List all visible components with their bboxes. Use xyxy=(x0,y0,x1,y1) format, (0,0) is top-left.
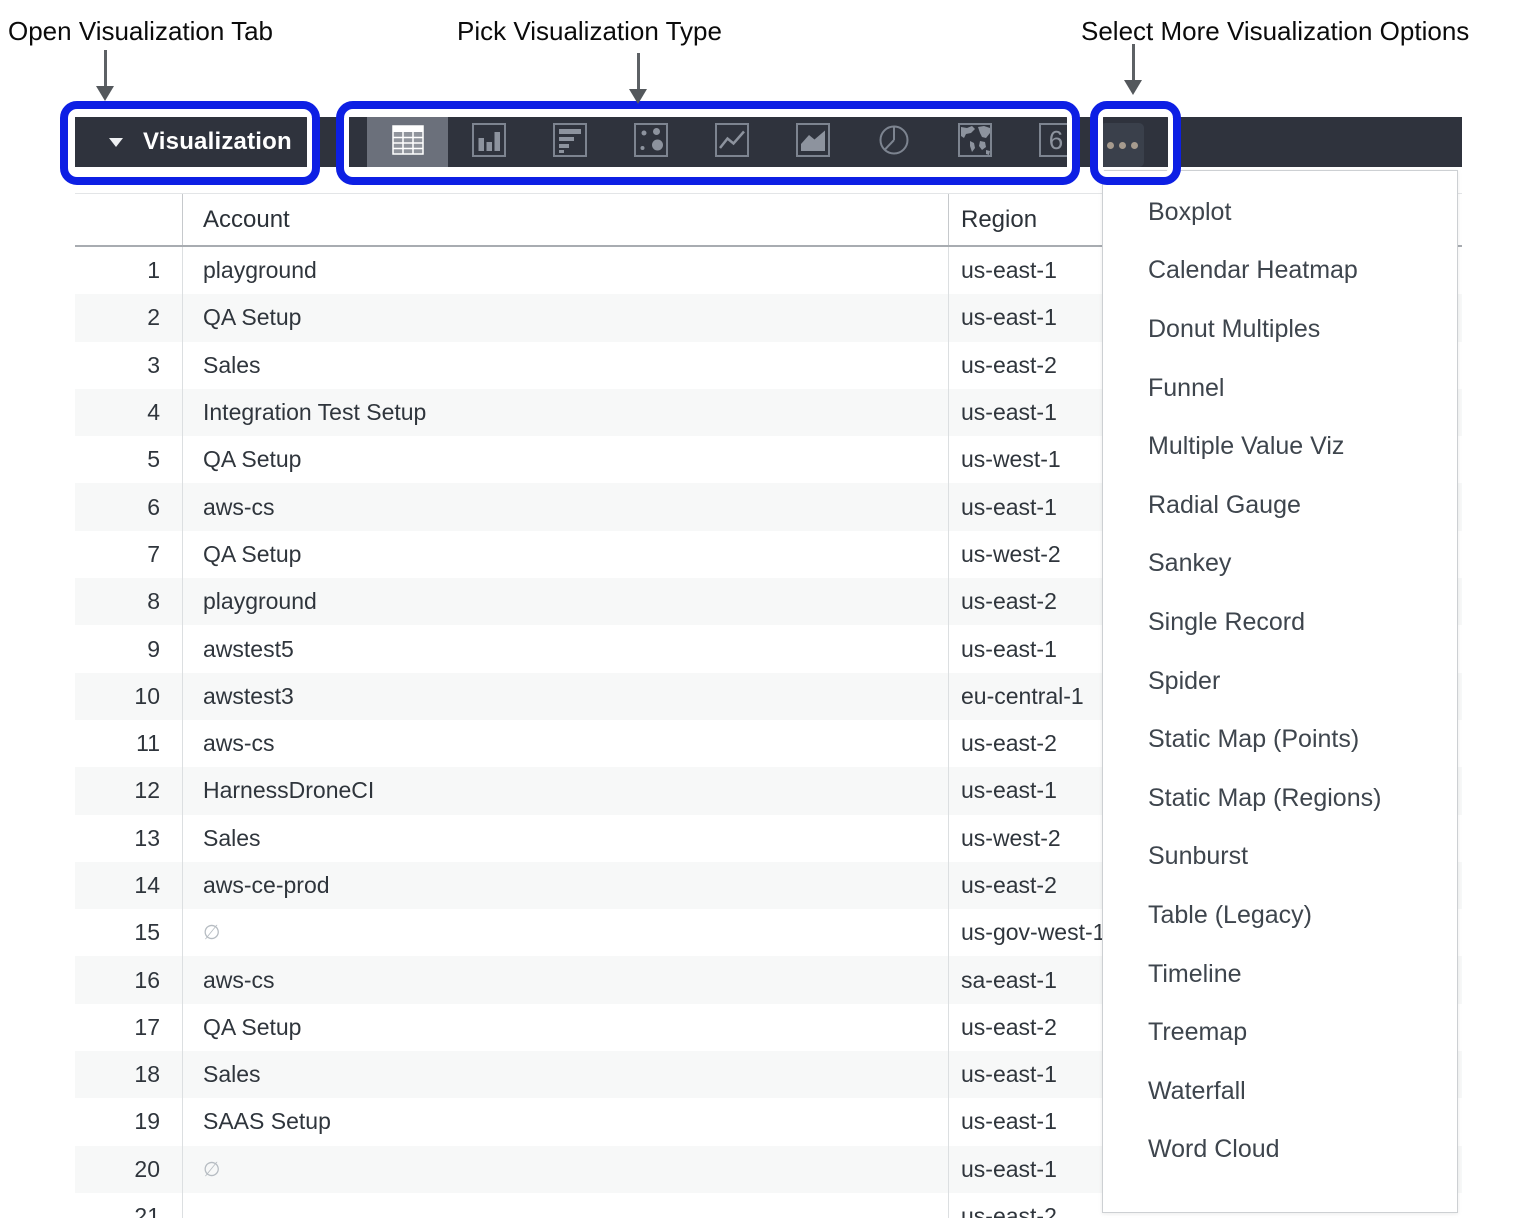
menu-item-funnel[interactable]: Funnel xyxy=(1103,359,1457,418)
viz-type-pie-chart-button[interactable] xyxy=(853,117,934,167)
account-cell: QA Setup xyxy=(182,436,948,483)
account-cell: SAAS Setup xyxy=(182,1098,948,1145)
table-icon xyxy=(389,121,427,164)
account-cell: aws-cs xyxy=(182,483,948,530)
visualization-screen: Open Visualization Tab Pick Visualizatio… xyxy=(0,0,1528,1232)
menu-item-boxplot[interactable]: Boxplot xyxy=(1103,183,1457,242)
row-number-cell: 8 xyxy=(75,578,182,625)
horizontal-bar-chart-icon xyxy=(551,121,589,164)
down-arrow-icon xyxy=(629,53,647,104)
annotation-pick-visualization-type: Pick Visualization Type xyxy=(457,16,722,47)
menu-item-sunburst[interactable]: Sunburst xyxy=(1103,828,1457,887)
world-map-icon xyxy=(956,121,994,164)
menu-item-donut-multiples[interactable]: Donut Multiples xyxy=(1103,300,1457,359)
viz-type-big-number-button[interactable]: 6 xyxy=(1015,117,1096,167)
menu-item-table-legacy[interactable]: Table (Legacy) xyxy=(1103,886,1457,945)
svg-text:6: 6 xyxy=(1048,125,1062,155)
menu-item-multiple-value-viz[interactable]: Multiple Value Viz xyxy=(1103,417,1457,476)
row-number-cell: 17 xyxy=(75,1004,182,1051)
row-number-cell: 12 xyxy=(75,767,182,814)
menu-item-static-map-regions[interactable]: Static Map (Regions) xyxy=(1103,769,1457,828)
account-cell: aws-ce-prod xyxy=(182,862,948,909)
row-number-cell: 2 xyxy=(75,294,182,341)
row-number-cell: 13 xyxy=(75,815,182,862)
area-chart-icon xyxy=(794,121,832,164)
account-cell: Integration Test Setup xyxy=(182,389,948,436)
row-number-cell: 3 xyxy=(75,342,182,389)
account-cell: QA Setup xyxy=(182,1004,948,1051)
account-cell xyxy=(182,1193,948,1218)
row-number-cell: 11 xyxy=(75,720,182,767)
account-cell: awstest5 xyxy=(182,625,948,672)
account-cell: awstest3 xyxy=(182,673,948,720)
null-value: ∅ xyxy=(203,920,220,945)
row-number-cell: 19 xyxy=(75,1098,182,1145)
more-visualization-options-button[interactable] xyxy=(1100,123,1144,167)
row-number-cell: 9 xyxy=(75,625,182,672)
viz-type-area-chart-button[interactable] xyxy=(772,117,853,167)
viz-type-world-map-button[interactable] xyxy=(934,117,1015,167)
account-cell: playground xyxy=(182,247,948,294)
account-cell: aws-cs xyxy=(182,720,948,767)
account-cell: Sales xyxy=(182,342,948,389)
null-value: ∅ xyxy=(203,1157,220,1182)
viz-type-bar-chart-button[interactable] xyxy=(448,117,529,167)
row-number-header xyxy=(75,194,182,245)
row-number-cell: 18 xyxy=(75,1051,182,1098)
account-cell: QA Setup xyxy=(182,531,948,578)
menu-item-waterfall[interactable]: Waterfall xyxy=(1103,1062,1457,1121)
row-number-cell: 20 xyxy=(75,1146,182,1193)
menu-item-static-map-points[interactable]: Static Map (Points) xyxy=(1103,710,1457,769)
viz-type-table-button[interactable] xyxy=(367,117,448,167)
menu-item-single-record[interactable]: Single Record xyxy=(1103,593,1457,652)
ellipsis-icon xyxy=(1104,142,1140,149)
account-cell: Sales xyxy=(182,1051,948,1098)
row-number-cell: 1 xyxy=(75,247,182,294)
row-number-cell: 6 xyxy=(75,483,182,530)
row-number-cell: 21 xyxy=(75,1193,182,1218)
row-number-cell: 4 xyxy=(75,389,182,436)
more-visualizations-menu: BoxplotCalendar HeatmapDonut MultiplesFu… xyxy=(1102,170,1458,1213)
visualization-tab-label: Visualization xyxy=(143,128,292,156)
menu-item-calendar-heatmap[interactable]: Calendar Heatmap xyxy=(1103,242,1457,301)
annotation-open-visualization-tab: Open Visualization Tab xyxy=(8,16,273,47)
big-number-icon: 6 xyxy=(1037,121,1075,164)
row-number-cell: 14 xyxy=(75,862,182,909)
visualization-toolbar: Visualization xyxy=(75,117,1462,167)
menu-item-timeline[interactable]: Timeline xyxy=(1103,945,1457,1004)
row-number-cell: 7 xyxy=(75,531,182,578)
menu-item-word-cloud[interactable]: Word Cloud xyxy=(1103,1121,1457,1180)
visualization-tab[interactable]: Visualization xyxy=(75,117,305,167)
row-number-cell: 15 xyxy=(75,909,182,956)
caret-down-icon xyxy=(109,138,123,147)
column-header-account[interactable]: Account xyxy=(182,194,948,245)
down-arrow-icon xyxy=(96,50,114,101)
account-cell: ∅ xyxy=(182,1146,948,1193)
bar-chart-icon xyxy=(470,121,508,164)
viz-type-horizontal-bar-chart-button[interactable] xyxy=(529,117,610,167)
menu-item-treemap[interactable]: Treemap xyxy=(1103,1003,1457,1062)
line-chart-icon xyxy=(713,121,751,164)
menu-item-sankey[interactable]: Sankey xyxy=(1103,535,1457,594)
viz-type-scatterplot-button[interactable] xyxy=(610,117,691,167)
row-number-cell: 10 xyxy=(75,673,182,720)
account-cell: HarnessDroneCI xyxy=(182,767,948,814)
row-number-cell: 5 xyxy=(75,436,182,483)
account-cell: QA Setup xyxy=(182,294,948,341)
viz-type-line-chart-button[interactable] xyxy=(691,117,772,167)
account-cell: aws-cs xyxy=(182,956,948,1003)
annotation-select-more-options: Select More Visualization Options xyxy=(1081,16,1469,47)
menu-item-spider[interactable]: Spider xyxy=(1103,652,1457,711)
viz-type-row: 6 xyxy=(367,117,1096,167)
account-cell: ∅ xyxy=(182,909,948,956)
down-arrow-icon xyxy=(1124,44,1142,95)
account-cell: playground xyxy=(182,578,948,625)
row-number-cell: 16 xyxy=(75,956,182,1003)
account-cell: Sales xyxy=(182,815,948,862)
menu-item-radial-gauge[interactable]: Radial Gauge xyxy=(1103,476,1457,535)
scatterplot-icon xyxy=(632,121,670,164)
pie-chart-icon xyxy=(875,121,913,164)
